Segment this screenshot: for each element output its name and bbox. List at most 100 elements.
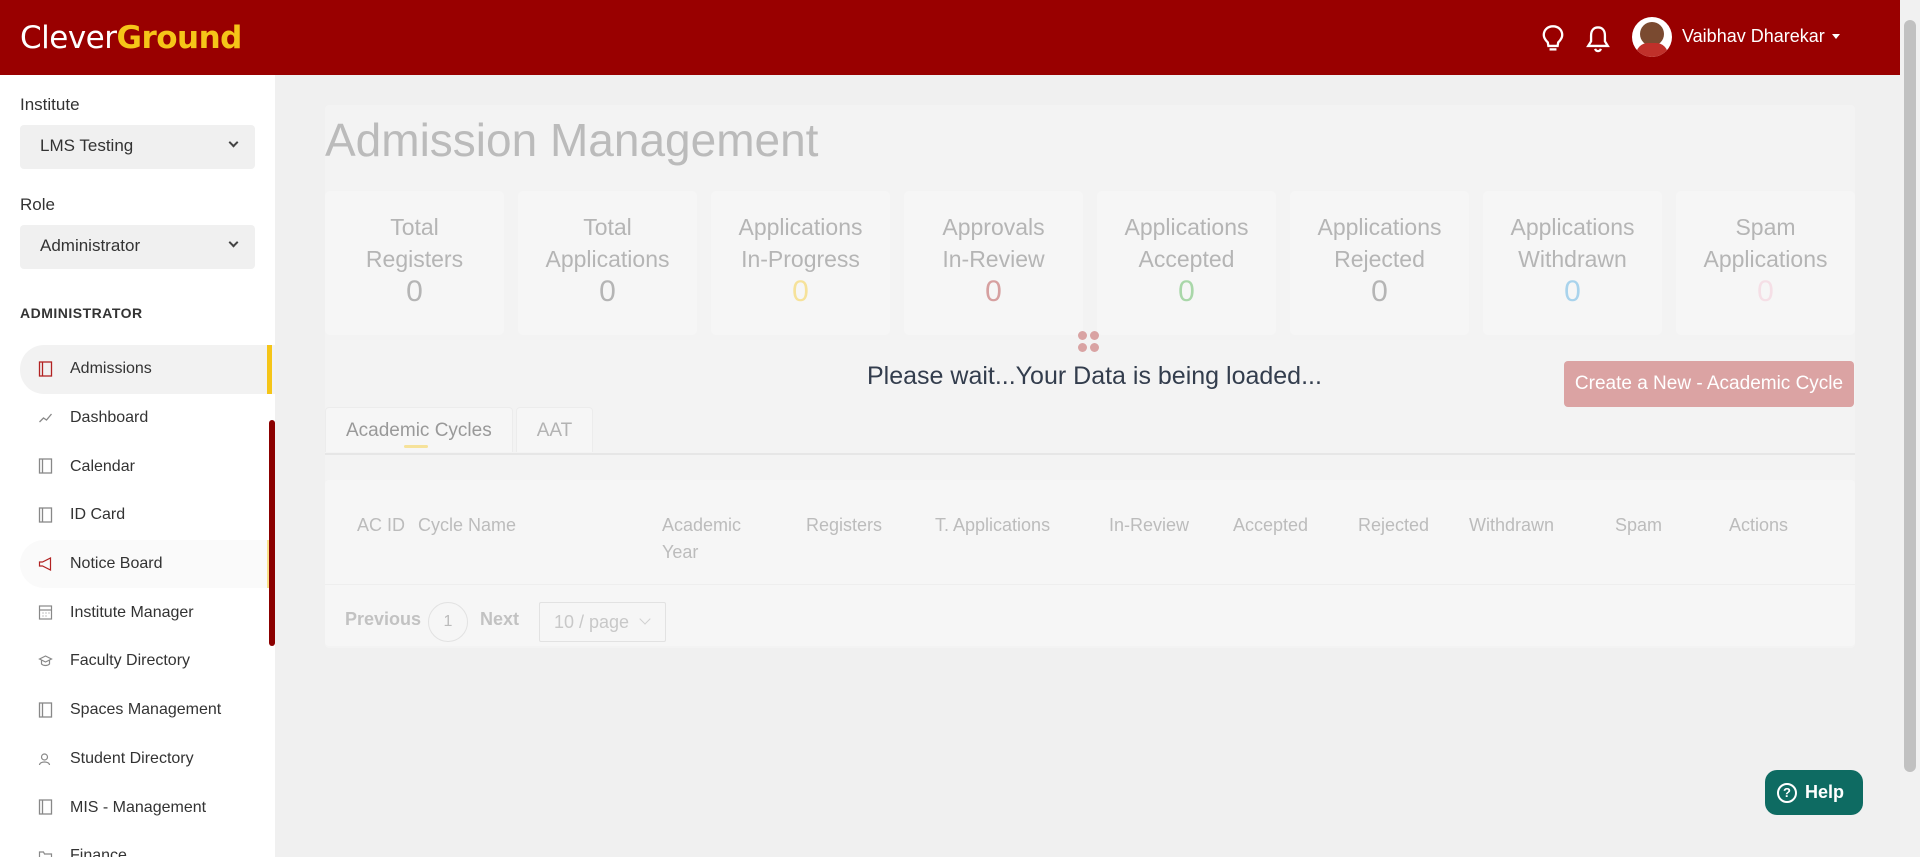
logo[interactable]: CleverGround: [20, 20, 242, 56]
sidebar-nav: Admissions Dashboard Calendar ID Card No…: [20, 345, 275, 857]
sidebar-item-id-card[interactable]: ID Card: [20, 491, 275, 540]
tab-academic-cycles[interactable]: Academic Cycles: [325, 407, 513, 452]
logo-text-ground: Ground: [116, 20, 243, 56]
sidebar-item-label: Student Directory: [70, 749, 194, 767]
sidebar-item-label: Admissions: [70, 360, 152, 378]
sidebar-item-calendar[interactable]: Calendar: [20, 442, 275, 491]
role-label: Role: [20, 195, 55, 214]
tab-divider: [325, 453, 1855, 455]
sidebar-item-label: Notice Board: [70, 555, 163, 573]
stat-label: Applications: [1510, 214, 1635, 240]
user-avatar[interactable]: [1632, 17, 1672, 57]
create-academic-cycle-button[interactable]: Create a New - Academic Cycle: [1564, 361, 1854, 407]
book-icon: [38, 702, 53, 718]
top-header: CleverGround Vaibhav Dharekar: [0, 0, 1900, 75]
role-select-value: Administrator: [40, 236, 141, 255]
stat-card-applications-withdrawn: Applications Withdrawn 0: [1483, 191, 1662, 335]
help-button[interactable]: ? Help: [1765, 770, 1863, 815]
scrollbar-thumb[interactable]: [1904, 20, 1916, 772]
stat-label: Applications: [1317, 214, 1442, 240]
sidebar-item-admissions[interactable]: Admissions: [20, 345, 275, 394]
sidebar-item-label: Institute Manager: [70, 603, 194, 621]
column-header[interactable]: Academic Year: [662, 512, 741, 566]
stat-value: 0: [792, 275, 809, 308]
stat-label: Accepted: [1138, 246, 1235, 272]
table-divider: [325, 584, 1855, 585]
sidebar-item-dashboard[interactable]: Dashboard: [20, 394, 275, 443]
stat-label: Approvals: [942, 214, 1045, 240]
sidebar-item-label: Finance: [70, 847, 127, 857]
tab-aat[interactable]: AAT: [515, 407, 594, 452]
stat-card-approvals-in-review: Approvals In-Review 0: [904, 191, 1083, 335]
stat-label: Total: [583, 214, 632, 240]
bell-icon[interactable]: [1584, 24, 1612, 54]
institute-label: Institute: [20, 95, 80, 114]
column-header[interactable]: Accepted: [1233, 512, 1308, 539]
column-header-line: Year: [662, 542, 699, 562]
sidebar-item-faculty-directory[interactable]: Faculty Directory: [20, 637, 275, 686]
loading-message: Please wait...Your Data is being loaded.…: [867, 362, 1322, 390]
stat-value: 0: [599, 275, 616, 308]
book-icon: [38, 799, 53, 815]
stat-label: Rejected: [1334, 246, 1425, 272]
pagination-previous-button[interactable]: Previous: [345, 609, 421, 630]
stat-label: Applications: [1124, 214, 1249, 240]
stat-card-spam-applications: Spam Applications 0: [1676, 191, 1855, 335]
chevron-down-icon: [639, 613, 651, 625]
sidebar: Institute LMS Testing Role Administrator…: [0, 75, 275, 857]
question-icon: ?: [1777, 782, 1797, 803]
chevron-down-icon: [228, 137, 239, 148]
stat-label: Withdrawn: [1518, 246, 1627, 272]
megaphone-icon: [38, 556, 52, 571]
stat-card-applications-in-progress: Applications In-Progress 0: [711, 191, 890, 335]
column-header[interactable]: Withdrawn: [1469, 512, 1554, 539]
sidebar-item-finance[interactable]: Finance: [20, 832, 275, 857]
stat-label: In-Progress: [741, 246, 860, 272]
sidebar-item-spaces-management[interactable]: Spaces Management: [20, 686, 275, 735]
stat-label: Applications: [545, 246, 670, 272]
stat-value: 0: [1371, 275, 1388, 308]
caret-down-icon[interactable]: [1832, 34, 1840, 39]
book-icon: [38, 458, 53, 475]
avatar-body: [1636, 43, 1668, 57]
institute-select[interactable]: LMS Testing: [20, 125, 255, 169]
column-header[interactable]: Actions: [1729, 512, 1788, 539]
stats-cards: Total Registers 0 Total Applications 0 A…: [325, 191, 1855, 335]
sidebar-item-label: Calendar: [70, 457, 135, 475]
help-label: Help: [1805, 782, 1845, 802]
stat-value: 0: [1564, 275, 1581, 308]
column-header[interactable]: Spam: [1615, 512, 1662, 539]
academic-cycles-table: AC ID Cycle Name Academic Year Registers…: [325, 480, 1855, 646]
column-header[interactable]: Registers: [806, 512, 882, 539]
user-name[interactable]: Vaibhav Dharekar: [1682, 26, 1825, 47]
column-header[interactable]: T. Applications: [935, 512, 1050, 539]
pagination-next-button[interactable]: Next: [480, 609, 519, 630]
stat-label: Applications: [1703, 246, 1828, 272]
lightbulb-icon[interactable]: [1539, 24, 1567, 54]
stat-value: 0: [406, 275, 423, 308]
stat-label: Registers: [365, 246, 464, 272]
logo-text-clever: Clever: [20, 20, 117, 56]
sidebar-item-label: Faculty Directory: [70, 652, 191, 670]
role-select[interactable]: Administrator: [20, 225, 255, 269]
sidebar-item-mis-management[interactable]: MIS - Management: [20, 783, 275, 832]
sidebar-item-label: Spaces Management: [70, 701, 222, 719]
page-scrollbar[interactable]: [1900, 0, 1920, 857]
sidebar-item-label: Dashboard: [70, 409, 149, 427]
sidebar-item-student-directory[interactable]: Student Directory: [20, 735, 275, 784]
sidebar-item-institute-manager[interactable]: Institute Manager: [20, 588, 275, 637]
pagination-page-button[interactable]: 1: [428, 602, 468, 642]
chevron-down-icon: [228, 237, 239, 248]
column-header-line: Academic: [662, 515, 742, 535]
column-header[interactable]: AC ID: [357, 512, 405, 539]
stat-value: 0: [985, 275, 1002, 308]
page-size-select[interactable]: 10 / page: [539, 602, 666, 642]
column-header[interactable]: In-Review: [1109, 512, 1189, 539]
column-header[interactable]: Rejected: [1358, 512, 1429, 539]
page-size-value: 10 / page: [554, 612, 630, 632]
graduation-cap-icon: [38, 655, 53, 667]
users-icon: [38, 752, 51, 765]
stat-label: Total: [390, 214, 439, 240]
sidebar-item-notice-board[interactable]: Notice Board: [20, 539, 275, 589]
column-header[interactable]: Cycle Name: [418, 512, 516, 539]
